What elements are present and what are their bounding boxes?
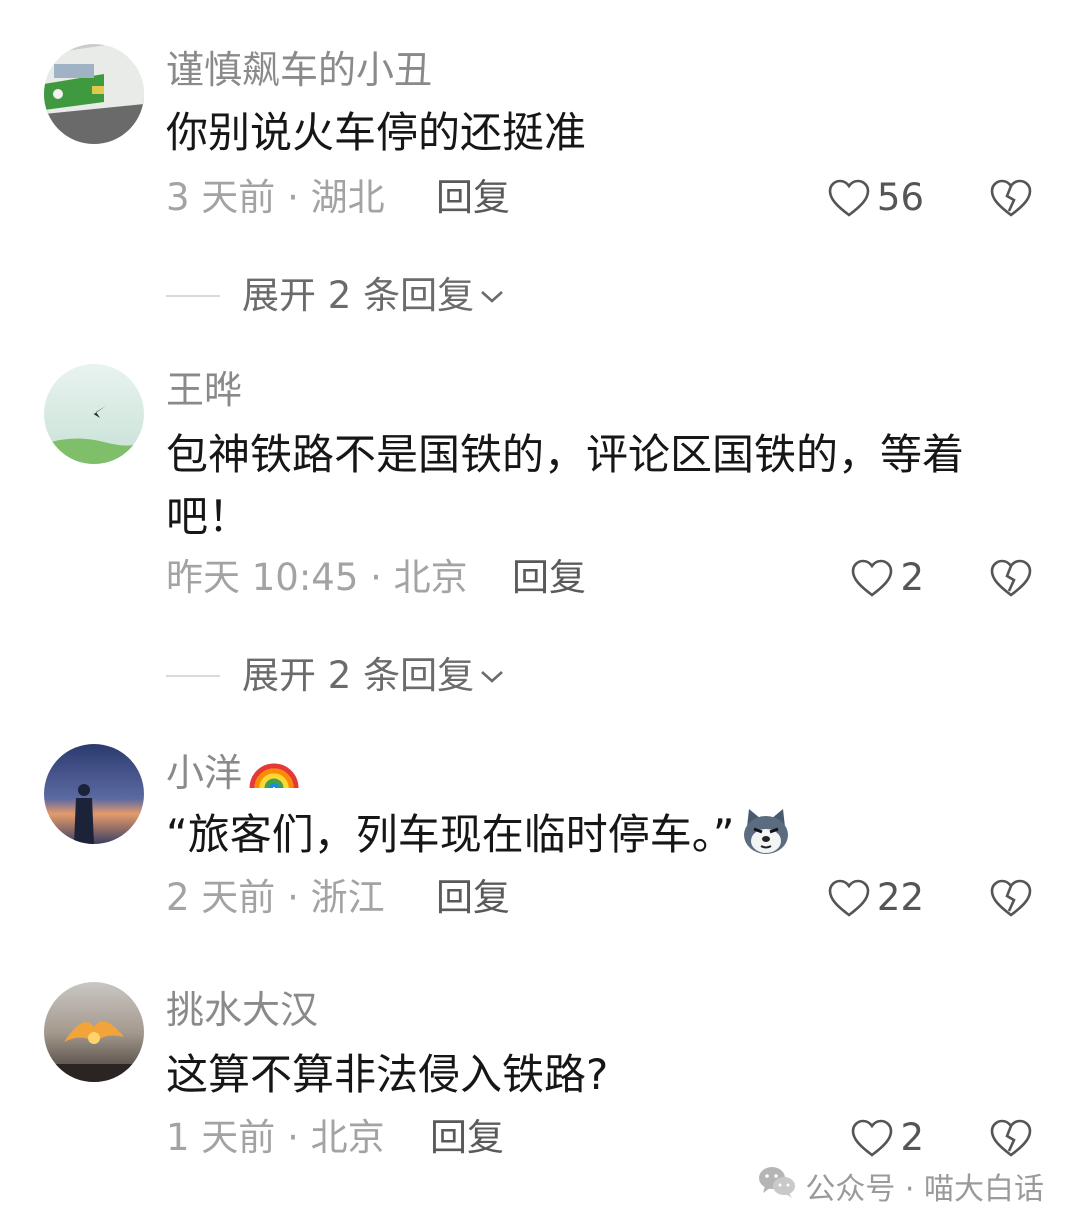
broken-heart-icon bbox=[990, 559, 1032, 597]
dislike-button[interactable] bbox=[988, 1116, 1034, 1160]
husky-dog-emoji bbox=[739, 805, 793, 876]
username[interactable]: 王晔 bbox=[166, 368, 242, 412]
broken-heart-icon bbox=[990, 1119, 1032, 1157]
expand-replies-label: 展开 2 条回复 bbox=[242, 274, 475, 317]
avatar[interactable] bbox=[44, 44, 144, 144]
chevron-down-icon bbox=[478, 666, 506, 686]
avatar[interactable] bbox=[44, 982, 144, 1082]
divider-line bbox=[166, 675, 220, 677]
watermark-text: 公众号 · 喵大白话 bbox=[805, 1172, 1044, 1207]
sunset-person-avatar-image bbox=[44, 744, 144, 844]
chevron-down-icon bbox=[478, 286, 506, 306]
reply-button[interactable]: 回复 bbox=[512, 556, 586, 600]
expand-replies-label: 展开 2 条回复 bbox=[242, 654, 475, 697]
comment-text: 你别说火车停的还挺准 bbox=[166, 108, 587, 157]
swallow-sky-avatar-image bbox=[44, 364, 144, 464]
username[interactable]: 挑水大汉 bbox=[166, 988, 318, 1032]
like-count: 2 bbox=[900, 556, 924, 599]
like-button[interactable]: 2 bbox=[850, 1116, 924, 1160]
expand-replies-button[interactable]: 展开 2 条回复 bbox=[166, 274, 506, 318]
username[interactable]: 谨慎飙车的小丑 bbox=[166, 48, 432, 92]
username[interactable]: 小洋 bbox=[166, 748, 300, 801]
reply-button[interactable]: 回复 bbox=[436, 176, 510, 220]
reply-button[interactable]: 回复 bbox=[436, 876, 510, 920]
username-text: 小洋 bbox=[166, 751, 243, 795]
watermark: 公众号 · 喵大白话 bbox=[757, 1164, 1044, 1208]
heart-icon bbox=[852, 559, 893, 597]
comment-text: 包神铁路不是国铁的，评论区国铁的，等着吧！ bbox=[166, 430, 965, 541]
expand-replies-button[interactable]: 展开 2 条回复 bbox=[166, 654, 506, 698]
like-count: 56 bbox=[876, 176, 924, 219]
train-front-avatar-image bbox=[44, 44, 144, 144]
heart-icon bbox=[828, 879, 870, 917]
dislike-button[interactable] bbox=[988, 556, 1034, 600]
like-count: 2 bbox=[900, 1116, 924, 1159]
comment-meta: 3 天前 · 湖北 bbox=[166, 176, 385, 219]
dislike-button[interactable] bbox=[988, 876, 1034, 920]
like-button[interactable]: 22 bbox=[827, 876, 924, 920]
broken-heart-icon bbox=[990, 179, 1032, 217]
like-button[interactable]: 2 bbox=[850, 556, 924, 600]
sunset-clouds-avatar-image bbox=[44, 982, 144, 1082]
dislike-button[interactable] bbox=[988, 176, 1034, 220]
comment-text: “旅客们，列车现在临时停车。” bbox=[166, 804, 1046, 876]
comment-meta: 2 天前 · 浙江 bbox=[166, 876, 385, 919]
broken-heart-icon bbox=[990, 879, 1032, 917]
rainbow-icon bbox=[248, 748, 300, 801]
divider-line bbox=[166, 295, 220, 297]
reply-button[interactable]: 回复 bbox=[430, 1116, 504, 1160]
comment-text-content: “旅客们，列车现在临时停车。” bbox=[166, 810, 735, 859]
heart-icon bbox=[828, 179, 870, 217]
comment-meta: 1 天前 · 北京 bbox=[166, 1116, 385, 1159]
like-count: 22 bbox=[876, 876, 924, 919]
avatar[interactable] bbox=[44, 364, 144, 464]
wechat-icon bbox=[757, 1164, 797, 1208]
heart-icon bbox=[852, 1119, 893, 1157]
avatar[interactable] bbox=[44, 744, 144, 844]
comment-text: 这算不算非法侵入铁路? bbox=[166, 1050, 609, 1099]
comment-meta: 昨天 10:45 · 北京 bbox=[166, 556, 468, 599]
like-button[interactable]: 56 bbox=[827, 176, 924, 220]
